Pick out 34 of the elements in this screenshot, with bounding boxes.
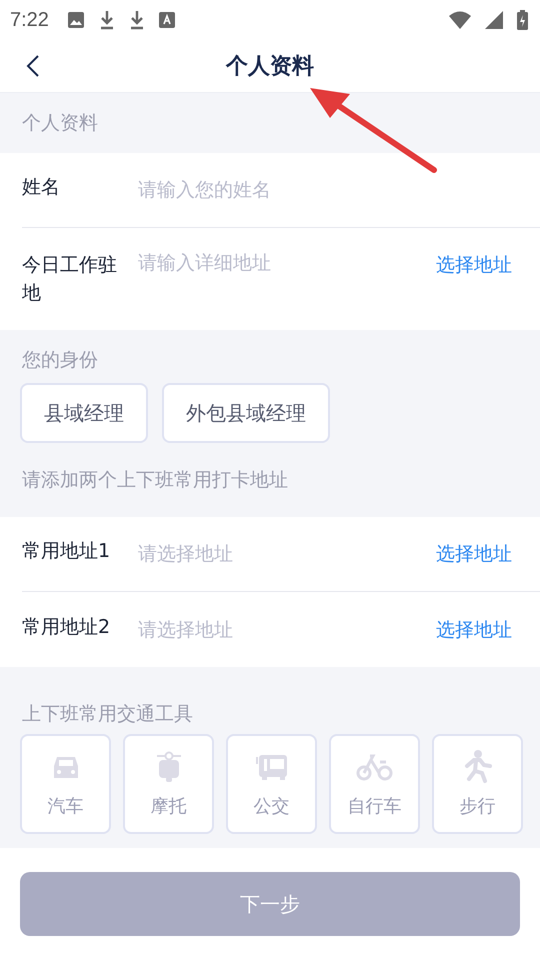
select-address-link[interactable]: 选择地址 [436, 616, 512, 642]
walking-person-icon [464, 750, 492, 784]
input-field[interactable]: 请输入您的姓名 [138, 179, 512, 201]
field-label: 今日工作驻地 [22, 253, 118, 306]
section-title: 请添加两个上下班常用打卡地址 [22, 468, 288, 493]
field-label: 常用地址1 [22, 539, 112, 564]
page-title: 个人资料 [226, 53, 314, 81]
transport-option[interactable]: 摩托 [123, 734, 214, 834]
identity-option[interactable]: 县域经理 [20, 383, 148, 443]
download-icon [128, 10, 145, 30]
section-title: 个人资料 [22, 111, 98, 136]
download-icon [98, 10, 115, 30]
transport-option[interactable]: 汽车 [20, 734, 111, 834]
input-field[interactable]: 请选择地址 [138, 543, 436, 565]
signal-icon [485, 11, 503, 29]
select-address-link[interactable]: 选择地址 [436, 252, 512, 278]
back-icon[interactable] [26, 54, 40, 78]
input-field[interactable]: 请输入详细地址 [138, 252, 436, 274]
status-time: 7:22 [10, 8, 49, 32]
app-icon [158, 12, 175, 28]
transport-option[interactable]: 步行 [432, 734, 523, 834]
transport-option[interactable]: 公交 [226, 734, 317, 834]
identity-option[interactable]: 外包县域经理 [162, 383, 330, 443]
transport-option[interactable]: 自行车 [329, 734, 420, 834]
select-address-link[interactable]: 选择地址 [436, 541, 512, 567]
wifi-icon [449, 11, 471, 29]
field-label: 姓名 [22, 175, 61, 200]
battery-icon [517, 10, 528, 30]
input-field[interactable]: 请选择地址 [138, 618, 436, 640]
section-title: 上下班常用交通工具 [22, 702, 193, 727]
section-title: 您的身份 [22, 348, 98, 373]
scooter-icon [156, 750, 182, 784]
field-label: 常用地址2 [22, 614, 112, 640]
image-icon [66, 11, 85, 29]
